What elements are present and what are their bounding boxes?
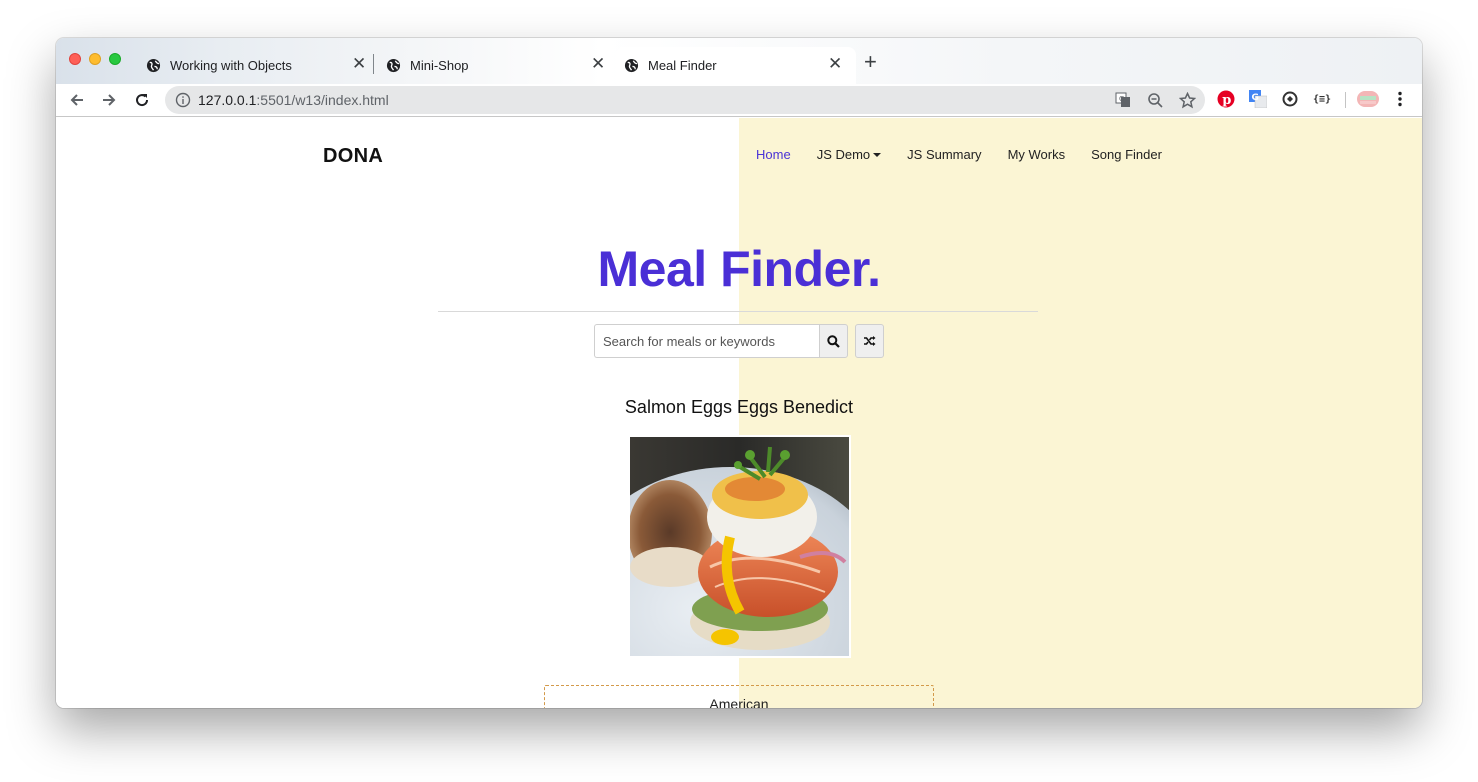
meal-category: American	[544, 685, 934, 708]
toolbar-separator	[1345, 92, 1346, 108]
forward-button[interactable]	[98, 89, 120, 111]
eggs-benedict-photo	[630, 437, 849, 656]
site-nav: Home JS Demo JS Summary My Works Song Fi…	[756, 147, 1188, 162]
tab-mini-shop[interactable]: Mini-Shop ✕	[378, 47, 613, 84]
json-viewer-icon[interactable]: {≡}	[1313, 90, 1331, 108]
arrow-right-icon	[103, 94, 116, 106]
zoom-out-icon[interactable]	[1146, 91, 1164, 109]
bookmark-star-icon[interactable]	[1178, 91, 1196, 109]
tab-separator	[373, 54, 374, 74]
meal-category-label: American	[709, 696, 769, 708]
google-translate-icon[interactable]: G	[1249, 90, 1267, 108]
tab-title: Meal Finder	[648, 58, 717, 73]
maximize-window-button[interactable]	[109, 53, 121, 65]
tab-title: Mini-Shop	[410, 58, 469, 73]
random-meal-button[interactable]	[855, 324, 884, 358]
search-icon	[827, 334, 840, 348]
profile-avatar-icon[interactable]	[1357, 90, 1379, 108]
close-window-button[interactable]	[69, 53, 81, 65]
browser-window: Working with Objects ✕ Mini-Shop ✕ Meal …	[56, 38, 1422, 708]
globe-icon	[624, 58, 639, 73]
url-text: 127.0.0.1:5501/w13/index.html	[198, 92, 389, 108]
reload-icon	[136, 94, 149, 107]
svg-text:p: p	[1222, 93, 1231, 108]
meal-image[interactable]	[628, 435, 851, 658]
globe-icon	[146, 58, 161, 73]
page-viewport: DONA Home JS Demo JS Summary My Works So…	[56, 118, 1422, 708]
info-icon[interactable]	[175, 92, 191, 108]
reload-button[interactable]	[131, 89, 153, 111]
address-bar[interactable]: 127.0.0.1:5501/w13/index.html G	[165, 86, 1205, 114]
page-title: Meal Finder.	[597, 241, 881, 297]
nav-js-demo-label: JS Demo	[816, 147, 871, 162]
tab-meal-finder[interactable]: Meal Finder ✕	[616, 47, 856, 84]
tab-working-with-objects[interactable]: Working with Objects ✕	[138, 47, 373, 84]
pinterest-icon[interactable]: p	[1217, 90, 1235, 108]
nav-song-finder[interactable]: Song Finder	[1091, 147, 1162, 162]
search-input[interactable]	[594, 324, 819, 358]
svg-text:G: G	[1119, 95, 1124, 103]
minimize-window-button[interactable]	[89, 53, 101, 65]
arrow-left-icon	[70, 94, 83, 106]
new-tab-button[interactable]: +	[864, 51, 877, 73]
nav-js-summary[interactable]: JS Summary	[907, 147, 981, 162]
close-icon[interactable]: ✕	[591, 54, 605, 74]
search-button[interactable]	[819, 324, 848, 358]
globe-icon	[386, 58, 401, 73]
site-brand[interactable]: DONA	[323, 145, 383, 168]
shuffle-icon	[864, 336, 876, 346]
svg-text:G: G	[1252, 93, 1259, 103]
caret-down-icon	[873, 152, 882, 157]
meal-name: Salmon Eggs Eggs Benedict	[624, 397, 854, 417]
title-divider	[438, 311, 1038, 312]
nav-my-works[interactable]: My Works	[1008, 147, 1066, 162]
close-icon[interactable]: ✕	[828, 54, 842, 74]
tab-title: Working with Objects	[170, 58, 292, 73]
nav-home[interactable]: Home	[756, 147, 791, 162]
close-icon[interactable]: ✕	[352, 54, 366, 74]
back-button[interactable]	[66, 89, 88, 111]
menu-icon[interactable]	[1391, 90, 1409, 108]
browser-toolbar: 127.0.0.1:5501/w13/index.html G p G {≡}	[56, 84, 1422, 117]
sync-icon[interactable]	[1281, 90, 1299, 108]
nav-js-demo[interactable]: JS Demo	[816, 147, 882, 162]
tab-strip: Working with Objects ✕ Mini-Shop ✕ Meal …	[56, 38, 1422, 84]
translate-icon[interactable]: G	[1114, 91, 1132, 109]
search-form	[594, 324, 848, 358]
